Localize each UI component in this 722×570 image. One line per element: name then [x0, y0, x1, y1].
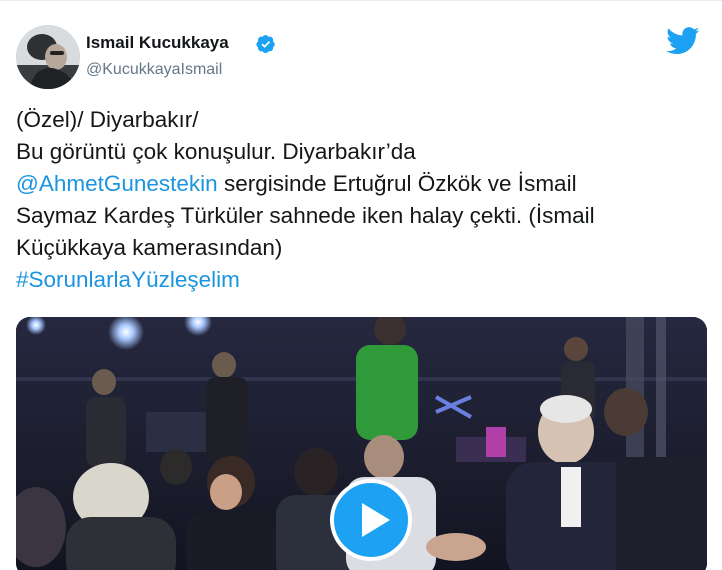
- tweet-line-3-text: sergisinde Ertuğrul Özkök ve İsmail: [217, 171, 577, 196]
- tweet-line-3: @AhmetGunestekin sergisinde Ertuğrul Özk…: [16, 168, 706, 200]
- tweet-line-2: Bu görüntü çok konuşulur. Diyarbakır’da: [16, 139, 416, 164]
- user-handle[interactable]: @KucukkayaIsmail: [86, 61, 222, 79]
- tweet-text: (Özel)/ Diyarbakır/ Bu görüntü çok konuş…: [16, 104, 706, 296]
- play-icon[interactable]: [330, 479, 412, 561]
- avatar[interactable]: [16, 25, 80, 89]
- tweet-line-5: Küçükkaya kamerasından): [16, 235, 283, 260]
- video-thumbnail[interactable]: [16, 317, 707, 570]
- hashtag-link[interactable]: #SorunlarlaYüzleşelim: [16, 264, 706, 296]
- tweet-card: Ismail Kucukkaya @KucukkayaIsmail (Özel)…: [0, 0, 722, 570]
- tweet-header: Ismail Kucukkaya @KucukkayaIsmail: [16, 25, 706, 95]
- tweet-line-4: Saymaz Kardeş Türküler sahnede iken hala…: [16, 203, 595, 228]
- tweet-line-1: (Özel)/ Diyarbakır/: [16, 107, 199, 132]
- profile-photo-icon: [16, 25, 80, 89]
- display-name[interactable]: Ismail Kucukkaya: [86, 33, 229, 53]
- verified-badge-icon: [256, 35, 275, 53]
- mention-link[interactable]: @AhmetGunestekin: [16, 171, 218, 196]
- twitter-bird-icon[interactable]: [666, 27, 700, 55]
